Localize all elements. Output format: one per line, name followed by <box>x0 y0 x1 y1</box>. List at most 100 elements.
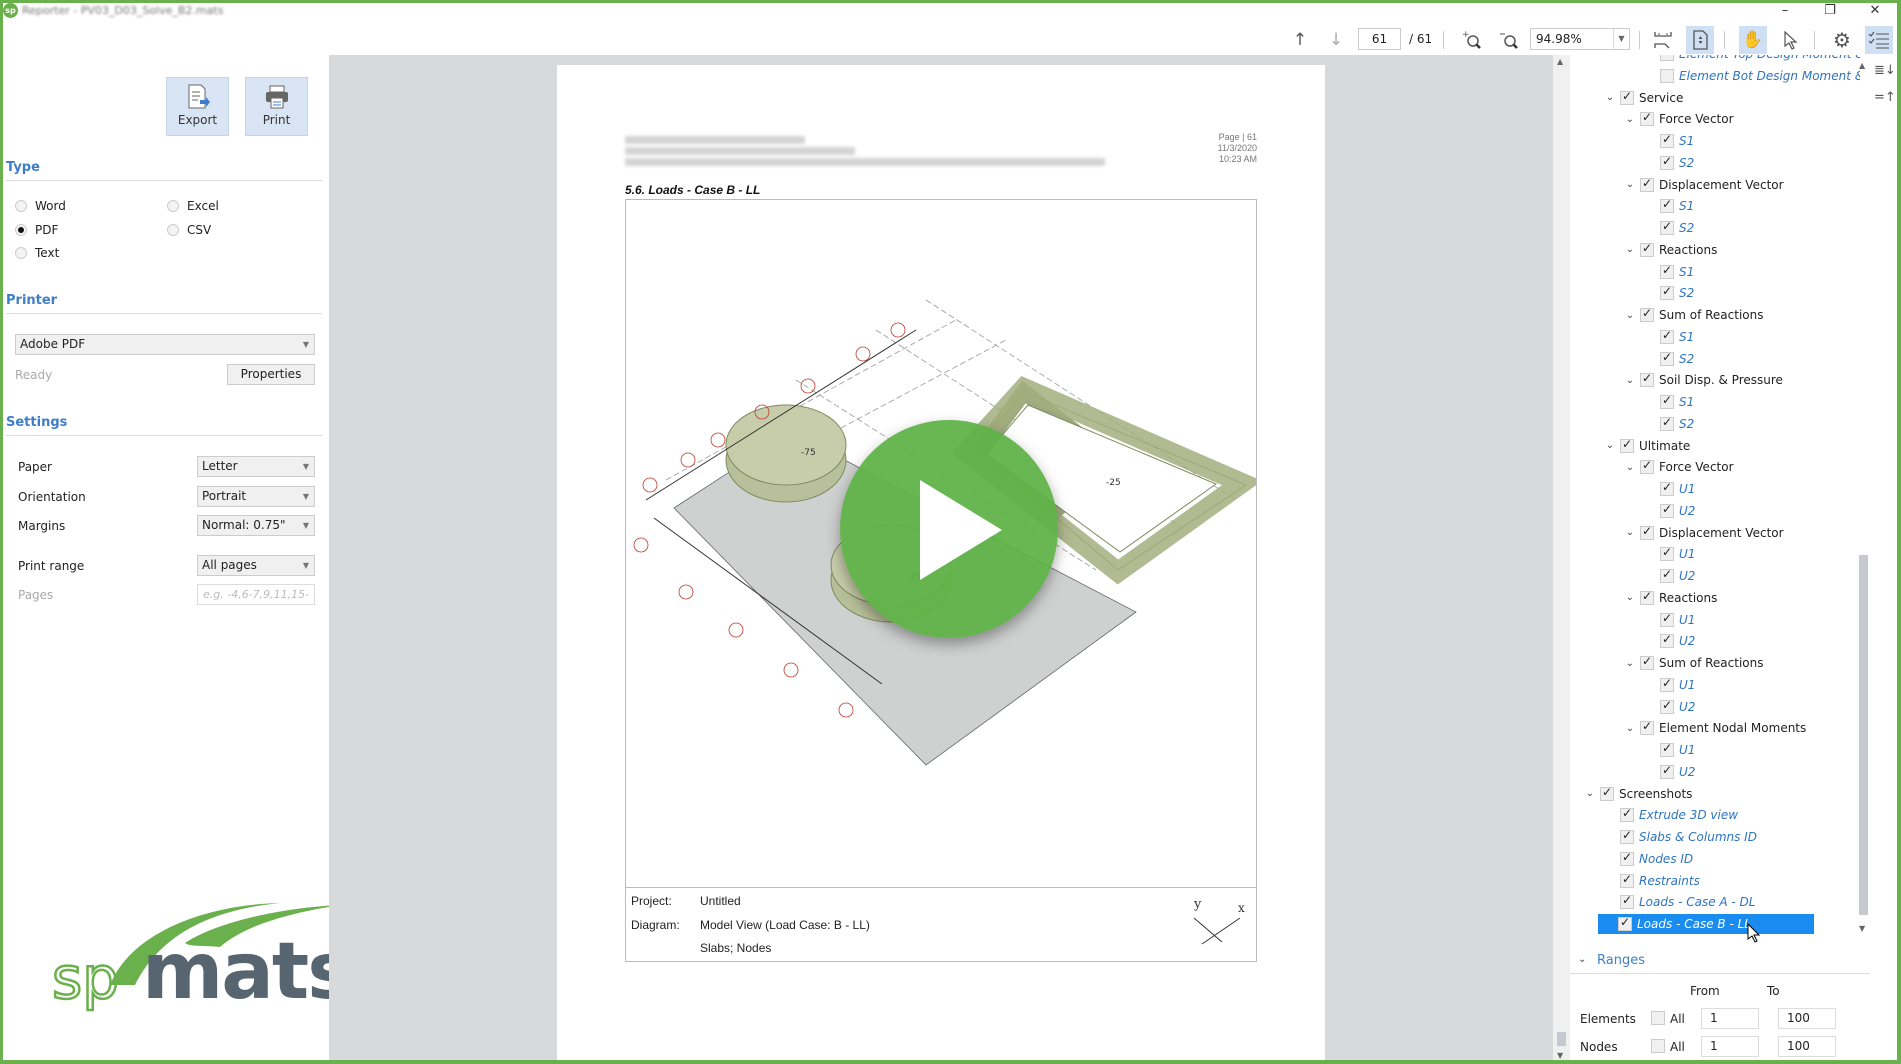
tree-checkbox[interactable] <box>1660 393 1674 409</box>
tree-checkbox[interactable] <box>1660 219 1674 235</box>
tree-checkbox[interactable] <box>1640 654 1654 670</box>
tree-group-item[interactable]: ⌄ Sum of Reactions <box>1620 305 1763 325</box>
tree-leaf-item[interactable]: U2 <box>1640 631 1695 651</box>
tree-group-item[interactable]: ⌄ Force Vector <box>1620 109 1734 129</box>
tree-checkbox[interactable] <box>1620 893 1634 910</box>
fit-width-icon[interactable] <box>1649 26 1677 54</box>
arrow-down-icon[interactable]: ↓ <box>1322 26 1350 54</box>
tree-leaf-item[interactable]: Element Bot Design Moment & Reinf. <box>1640 66 1860 86</box>
tree-leaf-item[interactable]: Restraints <box>1600 871 1700 891</box>
tree-group-item[interactable]: ⌄ Reactions <box>1620 588 1717 608</box>
tree-checkbox[interactable] <box>1640 458 1654 475</box>
scrollbar-thumb[interactable] <box>1859 555 1868 915</box>
tree-leaf-item[interactable]: Nodes ID <box>1600 849 1693 869</box>
tree-checkbox[interactable] <box>1660 632 1674 649</box>
tree-leaf-item[interactable]: S1 <box>1640 262 1694 282</box>
chevron-down-icon[interactable]: ⌄ <box>1620 244 1640 255</box>
tree-leaf-item[interactable]: Loads - Case B - LL <box>1598 914 1814 934</box>
chevron-down-icon[interactable]: ⌄ <box>1580 788 1600 799</box>
tree-group-item[interactable]: ⌄ Displacement Vector <box>1620 523 1784 543</box>
chevron-down-icon[interactable]: ⌄ <box>1600 92 1620 103</box>
radio-csv[interactable]: CSV <box>167 223 211 237</box>
tree-checkbox[interactable] <box>1660 68 1674 83</box>
tree-leaf-item[interactable]: U2 <box>1640 762 1695 782</box>
tree-checkbox[interactable] <box>1620 828 1634 844</box>
current-page-input[interactable]: 61 <box>1358 28 1401 50</box>
tree-checkbox[interactable] <box>1600 785 1614 801</box>
tree-checkbox[interactable] <box>1640 524 1654 540</box>
radio-excel[interactable]: Excel <box>167 199 219 213</box>
tree-group-item[interactable]: ⌄ Element Nodal Moments <box>1620 718 1806 738</box>
tree-group-item[interactable]: ⌄ Sum of Reactions <box>1620 653 1763 673</box>
pages-input[interactable]: e.g. -4,6-7,9,11,15- <box>197 584 315 605</box>
tree-checkbox[interactable] <box>1660 263 1674 279</box>
fit-page-icon[interactable] <box>1686 26 1714 54</box>
tree-checkbox[interactable] <box>1660 676 1674 692</box>
elements-all-checkbox[interactable] <box>1651 1011 1665 1025</box>
tree-leaf-item[interactable]: Loads - Case A - DL <box>1600 892 1755 912</box>
tree-leaf-item[interactable]: U2 <box>1640 697 1695 717</box>
tree-group-item[interactable]: ⌄ Screenshots <box>1580 784 1692 804</box>
tree-checkbox[interactable] <box>1620 437 1634 453</box>
radio-text[interactable]: Text <box>15 246 59 260</box>
tree-leaf-item[interactable]: S2 <box>1640 153 1694 173</box>
chevron-down-icon[interactable]: ⌄ <box>1620 114 1640 125</box>
tree-checkbox[interactable] <box>1660 741 1674 757</box>
margins-select[interactable]: Normal: 0.75" ▼ <box>197 515 315 536</box>
minimize-button[interactable]: – <box>1765 0 1805 22</box>
tree-checkbox[interactable] <box>1620 872 1634 888</box>
ranges-heading[interactable]: Ranges <box>1597 953 1645 968</box>
tree-checkbox[interactable] <box>1660 611 1674 627</box>
paper-select[interactable]: Letter ▼ <box>197 456 315 477</box>
hand-icon[interactable]: ✋ <box>1739 26 1767 54</box>
tree-leaf-item[interactable]: S2 <box>1640 218 1694 238</box>
print-button[interactable]: Print <box>245 77 308 136</box>
orientation-select[interactable]: Portrait ▼ <box>197 486 315 507</box>
chevron-down-icon[interactable]: ⌄ <box>1620 462 1640 473</box>
zoom-in-icon[interactable]: + <box>1458 26 1486 54</box>
tree-checkbox[interactable] <box>1640 241 1654 257</box>
print-range-select[interactable]: All pages ▼ <box>197 555 315 576</box>
elements-to-input[interactable]: 100 <box>1778 1008 1836 1029</box>
tree-leaf-item[interactable]: S1 <box>1640 392 1694 412</box>
tree-leaf-item[interactable]: Slabs & Columns ID <box>1600 827 1757 847</box>
chevron-down-icon[interactable]: ⌄ <box>1620 592 1640 603</box>
play-icon[interactable] <box>840 420 1058 638</box>
chevron-down-icon[interactable]: ⌄ <box>1600 440 1620 451</box>
close-button[interactable]: ✕ <box>1855 0 1895 22</box>
tree-leaf-item[interactable]: Element Top Design Moment & Reinf. <box>1640 55 1860 64</box>
tree-leaf-item[interactable]: S2 <box>1640 283 1694 303</box>
scroll-down-icon[interactable]: ▼ <box>1557 1051 1563 1060</box>
chevron-down-icon[interactable]: ⌄ <box>1620 658 1640 669</box>
properties-button[interactable]: Properties <box>227 364 315 385</box>
pointer-icon[interactable] <box>1776 26 1804 54</box>
zoom-out-icon[interactable] <box>1495 26 1523 54</box>
tree-checkbox[interactable] <box>1660 698 1674 714</box>
tree-leaf-item[interactable]: S1 <box>1640 131 1694 151</box>
tree-leaf-item[interactable]: U1 <box>1640 740 1695 760</box>
tree-leaf-item[interactable]: U1 <box>1640 479 1695 499</box>
tree-checkbox[interactable] <box>1620 89 1634 105</box>
radio-pdf[interactable]: PDF <box>15 223 58 237</box>
tree-leaf-item[interactable]: U1 <box>1640 610 1695 630</box>
scroll-up-icon[interactable]: ▲ <box>1859 61 1865 70</box>
zoom-level-select[interactable]: 94.98% ▼ <box>1530 28 1630 50</box>
checklist-icon[interactable] <box>1865 26 1893 54</box>
nodes-to-input[interactable]: 100 <box>1778 1036 1836 1057</box>
expand-all-icon[interactable]: ≣↓ <box>1874 63 1896 78</box>
scroll-up-icon[interactable]: ▲ <box>1557 57 1563 66</box>
tree-checkbox[interactable] <box>1660 350 1674 366</box>
tree-checkbox[interactable] <box>1660 154 1674 170</box>
tree-checkbox[interactable] <box>1660 763 1674 779</box>
arrow-up-icon[interactable]: ↑ <box>1286 26 1314 54</box>
tree-checkbox[interactable] <box>1620 850 1634 866</box>
tree-scrollbar[interactable]: ▲ ▼ <box>1857 55 1870 935</box>
tree-leaf-item[interactable]: U1 <box>1640 544 1695 564</box>
tree-checkbox[interactable] <box>1640 371 1654 388</box>
collapse-all-icon[interactable]: =↑ <box>1874 90 1896 105</box>
scrollbar-thumb[interactable] <box>1557 1032 1566 1046</box>
tree-checkbox[interactable] <box>1620 806 1634 823</box>
tree-checkbox[interactable] <box>1640 719 1654 736</box>
tree-checkbox[interactable] <box>1660 415 1674 431</box>
chevron-down-icon[interactable]: ⌄ <box>1620 179 1640 190</box>
